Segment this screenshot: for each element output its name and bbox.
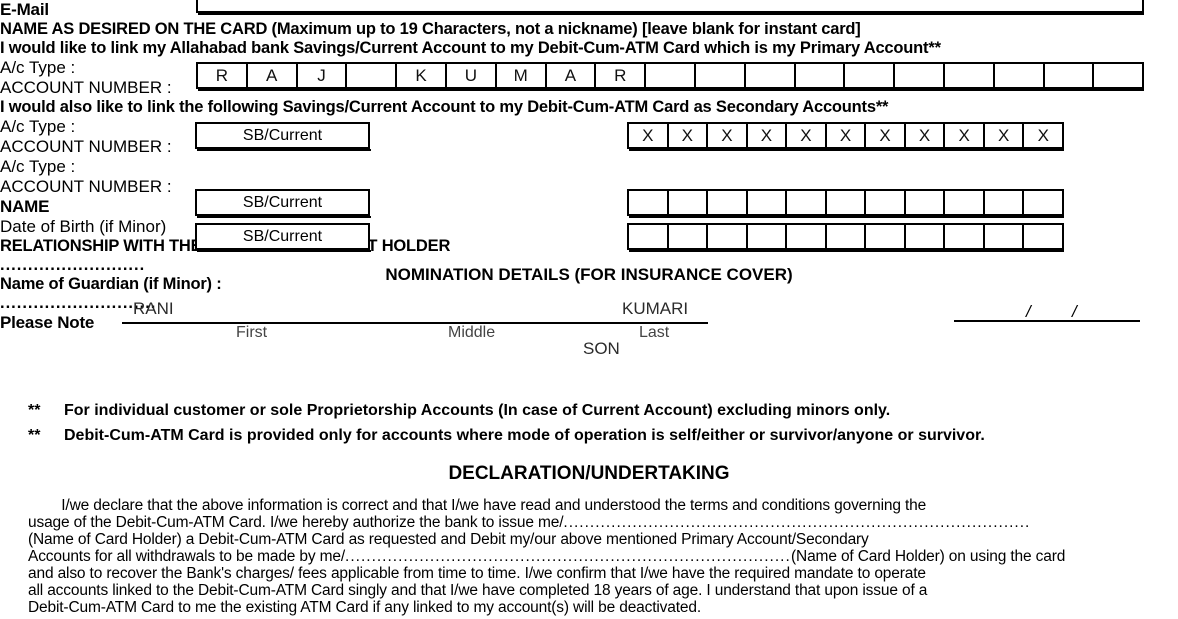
card-name-cell-13[interactable] — [845, 64, 896, 87]
card-name-cell-18[interactable] — [1094, 64, 1142, 87]
nomination-last-sublabel: Last — [639, 324, 670, 341]
card-name-cell-15[interactable] — [945, 64, 995, 87]
secondary-account-1-cell-8[interactable] — [945, 191, 985, 214]
secondary-account-1-cell-4[interactable] — [787, 191, 827, 214]
card-name-cell-11[interactable] — [746, 64, 796, 87]
secondary-account-2-cell-10[interactable] — [1024, 225, 1062, 248]
nomination-middle-sublabel: Middle — [448, 324, 496, 341]
nomination-first-sublabel: First — [236, 324, 268, 341]
secondary-account-1-cell-1[interactable] — [669, 191, 709, 214]
secondary-account-2-cell-3[interactable] — [748, 225, 788, 248]
card-name-cell-0[interactable]: R — [198, 64, 248, 87]
card-name-cell-9[interactable] — [646, 64, 696, 87]
declaration-line-7: Debit-Cum-ATM Card to me the existing AT… — [28, 599, 702, 616]
secondary-account-2-cell-9[interactable] — [985, 225, 1025, 248]
declaration-line-3: (Name of Card Holder) a Debit-Cum-ATM Ca… — [28, 531, 869, 548]
secondary-account-2-cell-6[interactable] — [866, 225, 906, 248]
secondary-account-1-cell-6[interactable] — [866, 191, 906, 214]
nomination-name-rule — [122, 322, 708, 324]
card-name-cell-1[interactable]: A — [248, 64, 298, 87]
card-name-cell-2[interactable]: J — [298, 64, 348, 87]
primary-account-cell-2[interactable]: X — [708, 124, 748, 147]
secondary-account-1-cell-2[interactable] — [708, 191, 748, 214]
declaration-line-4: Accounts for all withdrawals to be made … — [28, 548, 1146, 566]
secondary-account-2-cell-7[interactable] — [906, 225, 946, 248]
note-marker-1: ** — [28, 402, 41, 419]
primary-account-cell-9[interactable]: X — [985, 124, 1025, 147]
primary-account-cell-6[interactable]: X — [866, 124, 906, 147]
note-marker-2: ** — [28, 427, 41, 444]
declaration-blank-1[interactable]: ........................................… — [563, 514, 1031, 532]
card-name-cell-3[interactable] — [347, 64, 398, 87]
primary-account-cell-5[interactable]: X — [827, 124, 867, 147]
primary-account-cell-4[interactable]: X — [787, 124, 827, 147]
secondary-account-number-input-2[interactable] — [627, 223, 1064, 252]
secondary-account-2-cell-2[interactable] — [708, 225, 748, 248]
card-name-cell-7[interactable]: A — [547, 64, 597, 87]
declaration-line-4-pre: Accounts for all withdrawals to be made … — [28, 548, 346, 565]
dob-separator-1: / — [1026, 302, 1031, 321]
secondary-actype-select-2[interactable]: SB/Current — [195, 223, 371, 252]
secondary-account-2-cell-1[interactable] — [669, 225, 709, 248]
card-name-cell-14[interactable] — [895, 64, 945, 87]
declaration-line-2-text: usage of the Debit-Cum-ATM Card. I/we he… — [28, 514, 564, 531]
declaration-line-1: I/we declare that the above information … — [28, 497, 927, 514]
dob-rule — [954, 320, 1140, 322]
primary-account-statement: I would like to link my Allahabad bank S… — [0, 39, 941, 57]
card-name-cell-5[interactable]: U — [447, 64, 497, 87]
form-page: E-Mail NAME AS DESIRED ON THE CARD (Maxi… — [0, 0, 1178, 619]
primary-actype-select[interactable]: SB/Current — [195, 122, 371, 151]
note-text-2: Debit-Cum-ATM Card is provided only for … — [64, 427, 985, 444]
card-name-heading: NAME AS DESIRED ON THE CARD (Maximum up … — [0, 20, 861, 38]
secondary-account-2-cell-5[interactable] — [827, 225, 867, 248]
declaration-blank-2[interactable]: ........................................… — [345, 548, 791, 566]
secondary-account-1-cell-0[interactable] — [629, 191, 669, 214]
email-input[interactable] — [196, 0, 1144, 15]
secondary-actype-select-1[interactable]: SB/Current — [195, 189, 371, 218]
card-name-cell-6[interactable]: M — [497, 64, 547, 87]
card-name-cell-16[interactable] — [995, 64, 1045, 87]
secondary-account-1-cell-5[interactable] — [827, 191, 867, 214]
secondary-account-1-cell-3[interactable] — [748, 191, 788, 214]
card-name-cell-12[interactable] — [796, 64, 846, 87]
relationship-value[interactable]: SON — [583, 339, 620, 359]
secondary-account-1-cell-9[interactable] — [985, 191, 1025, 214]
secondary-account-2-cell-0[interactable] — [629, 225, 669, 248]
nomination-last-value[interactable]: KUMARI — [622, 299, 688, 319]
primary-account-cell-8[interactable]: X — [945, 124, 985, 147]
card-name-cell-4[interactable]: K — [397, 64, 447, 87]
declaration-line-2: usage of the Debit-Cum-ATM Card. I/we he… — [28, 514, 1146, 532]
secondary-account-2-cell-8[interactable] — [945, 225, 985, 248]
declaration-line-4-post: (Name of Card Holder) on using the card — [791, 548, 1066, 565]
secondary-actype-value-1: SB/Current — [242, 193, 323, 211]
declaration-line-6: all accounts linked to the Debit-Cum-ATM… — [28, 582, 928, 599]
card-name-cell-17[interactable] — [1045, 64, 1095, 87]
card-name-cell-8[interactable]: R — [596, 64, 647, 87]
card-name-comb-input[interactable]: RAJKUMAR — [196, 62, 1144, 91]
declaration-line-5: and also to recover the Bank's charges/ … — [28, 565, 926, 582]
secondary-account-number-input-1[interactable] — [627, 189, 1064, 218]
secondary-actype-label-2: A/c Type : — [0, 157, 76, 176]
nomination-title: NOMINATION DETAILS (FOR INSURANCE COVER) — [385, 265, 793, 284]
dob-separator-2: / — [1072, 302, 1077, 321]
secondary-account-1-cell-7[interactable] — [906, 191, 946, 214]
nomination-first-value[interactable]: RANI — [133, 299, 174, 319]
note-text-1: For individual customer or sole Propriet… — [64, 402, 891, 419]
secondary-account-statement: I would also like to link the following … — [0, 98, 889, 116]
primary-account-number-input[interactable]: XXXXXXXXXXX — [627, 122, 1064, 151]
declaration-title: DECLARATION/UNDERTAKING — [448, 463, 730, 484]
primary-account-cell-10[interactable]: X — [1024, 124, 1062, 147]
primary-account-cell-7[interactable]: X — [906, 124, 946, 147]
secondary-actype-value-2: SB/Current — [242, 227, 323, 245]
card-name-cell-10[interactable] — [696, 64, 746, 87]
primary-actype-value: SB/Current — [242, 126, 323, 144]
primary-account-cell-0[interactable]: X — [629, 124, 669, 147]
secondary-account-2-cell-4[interactable] — [787, 225, 827, 248]
guardian-dots: ........................................… — [0, 294, 156, 312]
primary-account-cell-1[interactable]: X — [669, 124, 709, 147]
primary-account-cell-3[interactable]: X — [748, 124, 788, 147]
secondary-account-1-cell-10[interactable] — [1024, 191, 1062, 214]
